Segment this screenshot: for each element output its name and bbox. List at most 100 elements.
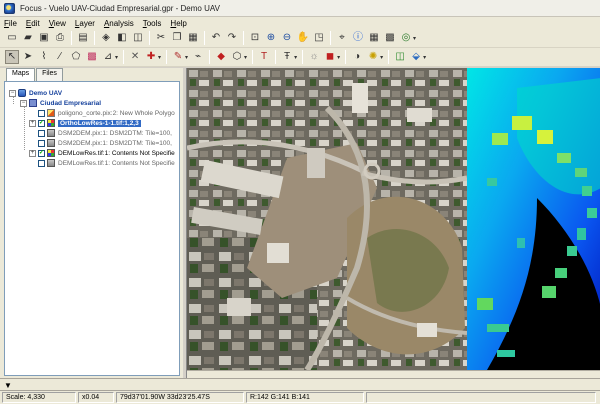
layer-visibility-checkbox[interactable] [38, 109, 45, 117]
dropdown-arrow-icon[interactable]: ▾ [115, 54, 118, 61]
tree-item-label: DEMLowRes.tif:1: Contents Not Specifie [58, 159, 175, 167]
3d-layer-icon[interactable]: ⬙ [409, 50, 423, 64]
sun-icon[interactable]: ✺ [366, 50, 380, 64]
dropdown-arrow-icon[interactable]: ▾ [294, 54, 297, 61]
toolbar-separator [166, 50, 168, 64]
zoom-in-icon[interactable]: ⊕ [264, 31, 278, 45]
layer-visibility-checkbox[interactable]: ✓ [38, 119, 45, 127]
dropdown-arrow-icon[interactable]: ▾ [244, 54, 247, 61]
scale-readout: Scale: 4,330 [2, 392, 76, 403]
dropdown-arrow-icon[interactable]: ▾ [423, 54, 426, 61]
map-horizontal-scrollbar[interactable] [187, 370, 600, 378]
layer-visibility-checkbox[interactable] [38, 129, 45, 137]
expand-toggle-icon[interactable]: + [29, 119, 36, 127]
layer-visibility-checkbox[interactable]: ✓ [38, 149, 45, 157]
collapse-toggle-icon[interactable]: − [20, 99, 27, 107]
layer-stack-icon[interactable]: ◫ [393, 50, 407, 64]
toolbar-separator [149, 31, 150, 45]
info-icon[interactable]: ⓘ [351, 31, 365, 45]
symbol-icon[interactable]: ☼ [307, 50, 321, 64]
tree-layer-item[interactable]: DSM2DEM.pix:1: DSM2DTM: Tile=100, [29, 128, 172, 138]
menu-edit[interactable]: Edit [26, 19, 40, 28]
paste-icon[interactable]: ▦ [186, 31, 200, 45]
tree-layer-item[interactable]: + ✓ OrthoLowRes-1-1.tif:1,2,3 [29, 118, 141, 128]
color-grid-icon[interactable]: ▩ [85, 50, 99, 64]
tree-layer-item[interactable]: − Demo UAV [9, 88, 62, 98]
menu-tools[interactable]: Tools [143, 19, 162, 28]
tree-item-label: DEMLowRes.tif:1: Contents Not Specifie [58, 149, 175, 157]
pen-icon[interactable]: ✎ [171, 50, 185, 64]
menu-view[interactable]: View [49, 19, 66, 28]
layer-icon[interactable]: ▤ [76, 31, 90, 45]
dropdown-arrow-icon[interactable]: ▾ [380, 54, 383, 61]
text-style-icon[interactable]: Ŧ [280, 50, 294, 64]
draw-line-icon[interactable]: ∕ [53, 50, 67, 64]
tree-layer-item[interactable]: poligono_corte.pix:2: New Whole Polygo [29, 108, 175, 118]
pan-layer-icon[interactable]: ◈ [99, 31, 113, 45]
dropdown-arrow-icon[interactable]: ▾ [413, 35, 416, 42]
dropdown-arrow-icon[interactable]: ▾ [337, 54, 340, 61]
text-icon[interactable]: T [257, 50, 271, 64]
stack-icon[interactable]: ◧ [115, 31, 129, 45]
dem-layer-icon [47, 129, 55, 137]
open-icon[interactable]: ▰ [21, 31, 35, 45]
tree-layer-item[interactable]: DSM2DEM.pix:1: DSM2DTM: Tile=100, [29, 138, 172, 148]
status-message [366, 392, 596, 403]
scroll-down-arrow-icon[interactable]: ▼ [4, 381, 12, 390]
aerial-map-image[interactable] [187, 68, 600, 370]
select-icon[interactable]: ↖ [5, 50, 19, 64]
dropdown-arrow-icon[interactable]: ▾ [185, 54, 188, 61]
tree-layer-item[interactable]: DEMLowRes.tif:1: Contents Not Specifie [29, 158, 175, 168]
menu-analysis[interactable]: Analysis [104, 19, 134, 28]
coordinate-icon[interactable]: ⌖ [335, 31, 349, 45]
zoom-window-icon[interactable]: ◳ [312, 31, 326, 45]
paint-icon[interactable]: ◆ [214, 50, 228, 64]
fill-icon[interactable]: ◼ [323, 50, 337, 64]
undo-icon[interactable]: ↶ [209, 31, 223, 45]
zoom-out-icon[interactable]: ⊖ [280, 31, 294, 45]
tab-maps[interactable]: Maps [6, 68, 36, 82]
merge-icon[interactable]: ✚ [144, 50, 158, 64]
save-icon[interactable]: ▣ [37, 31, 51, 45]
tree-layer-item[interactable]: − Ciudad Empresarial [20, 98, 101, 108]
contrast-icon[interactable]: ◑ [350, 50, 364, 64]
split-icon[interactable]: ✕ [128, 50, 142, 64]
layer-visibility-checkbox[interactable] [38, 139, 45, 147]
grid-icon[interactable]: ▩ [383, 31, 397, 45]
toolbar-separator [123, 50, 125, 64]
pan-hand-icon[interactable]: ✋ [296, 31, 310, 45]
map-view[interactable] [186, 68, 600, 378]
copy-icon[interactable]: ❐ [170, 31, 184, 45]
layer-panel: Maps Files − Demo UAV − Ciudad Empresarial po… [0, 68, 183, 378]
layer-visibility-checkbox[interactable] [38, 159, 45, 167]
edit-vertex-icon[interactable]: ⌇ [37, 50, 51, 64]
zoom-extent-icon[interactable]: ⊡ [248, 31, 262, 45]
expand-toggle-icon[interactable]: + [29, 149, 36, 157]
zoom-readout: x0.04 [78, 392, 114, 403]
new-icon[interactable]: ▭ [5, 31, 19, 45]
layer-tree[interactable]: − Demo UAV − Ciudad Empresarial poligono_cor… [4, 81, 180, 376]
measure-icon[interactable]: ⊿ [101, 50, 115, 64]
dropdown-arrow-icon[interactable]: ▾ [158, 54, 161, 61]
toolbar-separator [204, 31, 205, 45]
layers-icon[interactable]: ◫ [131, 31, 145, 45]
polyline-icon[interactable]: ⌁ [191, 50, 205, 64]
print-icon[interactable]: ⎙ [53, 31, 67, 45]
draw-polygon-icon[interactable]: ⬠ [69, 50, 83, 64]
polygon-style-icon[interactable]: ⬡ [230, 50, 244, 64]
collapse-toggle-icon[interactable]: − [9, 89, 16, 97]
cut-icon[interactable]: ✂ [154, 31, 168, 45]
redo-icon[interactable]: ↷ [225, 31, 239, 45]
menu-file[interactable]: File [4, 19, 17, 28]
tree-layer-item[interactable]: + ✓ DEMLowRes.tif:1: Contents Not Specifie [29, 148, 175, 158]
globe-icon[interactable]: ◎ [399, 31, 413, 45]
tab-files[interactable]: Files [36, 68, 63, 81]
pointer-icon[interactable]: ➤ [21, 50, 35, 64]
tree-item-label: DSM2DEM.pix:1: DSM2DTM: Tile=100, [58, 139, 172, 147]
table-icon[interactable]: ▦ [367, 31, 381, 45]
toolbar-separator [345, 50, 347, 64]
dem-layer-icon [47, 139, 55, 147]
tree-item-label: DSM2DEM.pix:1: DSM2DTM: Tile=100, [58, 129, 172, 137]
menu-help[interactable]: Help [170, 19, 186, 28]
menu-layer[interactable]: Layer [75, 19, 95, 28]
